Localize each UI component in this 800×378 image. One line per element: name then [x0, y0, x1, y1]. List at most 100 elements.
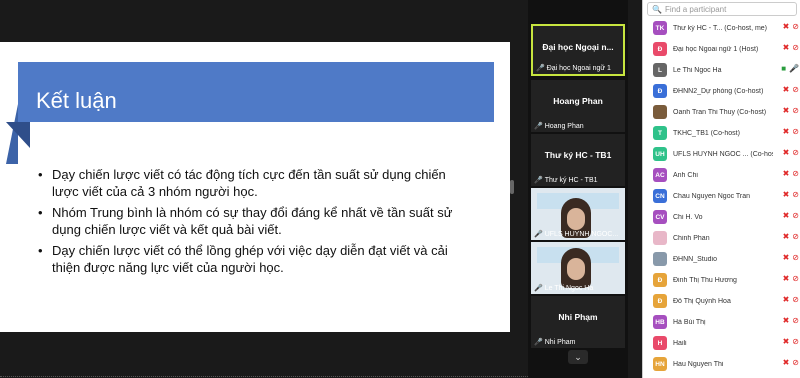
participant-name: TKHC_TB1 (Co-host)	[673, 129, 740, 137]
muted-mic-icon: ✖	[782, 337, 790, 346]
participant-status-icons: ✖ ⊘	[783, 337, 799, 346]
video-tile[interactable]: Hoang Phan 🎤 Hoang Phan	[531, 80, 625, 132]
muted-mic-icon: 🎤	[536, 65, 545, 72]
participant-status-icons: ✖ ⊘	[783, 316, 799, 325]
participant-name: Le Thi Ngoc Ha	[673, 66, 722, 74]
video-off-icon: ⊘	[792, 295, 799, 304]
participant-name: ĐHNN2_Dự phòng (Co-host)	[673, 87, 764, 95]
tile-label-text: Le Thi Ngoc Ha	[544, 284, 594, 292]
participant-name: Haili	[673, 339, 687, 347]
participant-name: Chi H. Vo	[673, 213, 703, 221]
participant-row[interactable]: ĐHNN_Studio ✖ ⊘	[643, 249, 800, 269]
video-off-icon: ⊘	[792, 169, 799, 178]
avatar: H	[653, 336, 667, 350]
muted-mic-icon: ✖	[782, 127, 790, 136]
chevron-down-icon: ⌄	[574, 352, 582, 362]
video-off-icon: ⊘	[792, 190, 799, 199]
muted-mic-icon: 🎤	[534, 177, 543, 184]
participants-panel: 🔍 Find a participant TK Thư ký HC - T... …	[642, 0, 800, 378]
participant-status-icons: ✖ ⊘	[783, 106, 799, 115]
participant-row[interactable]: AC Anh Chi ✖ ⊘	[643, 165, 800, 185]
participant-name: Chau Nguyen Ngoc Tran	[673, 192, 751, 200]
participant-row[interactable]: Đ Đại học Ngoai ngữ 1 (Host) ✖ ⊘	[643, 39, 800, 59]
participant-row[interactable]: L Le Thi Ngoc Ha ■ 🎤	[643, 60, 800, 80]
presentation-slide: Kết luận Dạy chiến lược viết có tác động…	[0, 42, 510, 332]
muted-mic-icon: ✖	[782, 211, 790, 220]
video-tile[interactable]: Thư ký HC - TB1 🎤 Thư ký HC - TB1	[531, 134, 625, 186]
participant-video	[561, 248, 591, 288]
participant-row[interactable]: HN Hau Nguyen Thi ✖ ⊘	[643, 354, 800, 374]
participant-row[interactable]: Đ Đinh Thị Thu Hương ✖ ⊘	[643, 270, 800, 290]
participant-name: Đinh Thị Thu Hương	[673, 276, 737, 284]
muted-mic-icon: ✖	[782, 148, 790, 157]
muted-mic-icon: ✖	[782, 295, 790, 304]
participant-name: ĐHNN_Studio	[673, 255, 717, 263]
participant-row[interactable]: HB Hà Bùi Thị ✖ ⊘	[643, 312, 800, 332]
participant-name: Anh Chi	[673, 171, 698, 179]
participant-status-icons: ✖ ⊘	[783, 85, 799, 94]
avatar: UH	[653, 147, 667, 161]
muted-mic-icon: ✖	[782, 232, 790, 241]
video-off-icon: ⊘	[792, 232, 799, 241]
participant-name: Chinh Phan	[673, 234, 710, 242]
video-tile[interactable]: 🎤 UFLS HUYNH NGOC...	[531, 188, 625, 240]
video-tile[interactable]: 🎤 Le Thi Ngoc Ha	[531, 242, 625, 294]
search-input[interactable]: 🔍 Find a participant	[647, 2, 797, 16]
muted-mic-icon: 🎤	[534, 231, 543, 238]
participant-row[interactable]: H Haili ✖ ⊘	[643, 333, 800, 353]
search-placeholder: Find a participant	[664, 4, 727, 14]
muted-mic-icon: ✖	[782, 85, 790, 94]
bullet-item: Dạy chiến lược viết có tác động tích cực…	[38, 166, 458, 200]
participant-row[interactable]: CN Chau Nguyen Ngoc Tran ✖ ⊘	[643, 186, 800, 206]
avatar: CV	[653, 210, 667, 224]
video-off-icon: ⊘	[792, 127, 799, 136]
video-off-icon: ⊘	[792, 148, 799, 157]
participant-status-icons: ■ 🎤	[781, 64, 799, 73]
tile-label-text: Nhi Pham	[544, 338, 576, 346]
video-off-icon: ⊘	[792, 358, 799, 367]
scroll-down-button[interactable]: ⌄	[568, 350, 588, 364]
participant-row[interactable]: Chinh Phan ✖ ⊘	[643, 228, 800, 248]
tile-label: 🎤 Thư ký HC - TB1	[534, 176, 598, 185]
video-tile[interactable]: Đại học Ngoại n... 🎤 Đại học Ngoai ngữ 1	[531, 24, 625, 76]
participant-row[interactable]: UH UFLS HUYNH NGOC ... (Co-host) ✖ ⊘	[643, 144, 800, 164]
tile-label: 🎤 UFLS HUYNH NGOC...	[534, 230, 618, 239]
muted-mic-icon: ✖	[782, 106, 790, 115]
tile-label: 🎤 Nhi Pham	[534, 338, 576, 347]
avatar: TK	[653, 21, 667, 35]
muted-mic-icon: ✖	[782, 253, 790, 262]
video-on-icon: ■	[781, 64, 787, 73]
participant-row[interactable]: Oanh Tran Thi Thuy (Co-host) ✖ ⊘	[643, 102, 800, 122]
splitter-handle[interactable]	[510, 180, 514, 194]
participant-name: Đại học Ngoai ngữ 1 (Host)	[673, 45, 759, 53]
avatar: L	[653, 63, 667, 77]
participant-status-icons: ✖ ⊘	[783, 232, 799, 241]
muted-mic-icon: ✖	[782, 274, 790, 283]
avatar: Đ	[653, 84, 667, 98]
bullet-item: Nhóm Trung bình là nhóm có sự thay đổi đ…	[38, 204, 458, 238]
tile-label-text: Hoang Phan	[544, 122, 584, 130]
video-tile[interactable]: Nhi Phạm 🎤 Nhi Pham	[531, 296, 625, 348]
participant-name: Thư ký HC - T... (Co-host, me)	[673, 24, 768, 32]
slide-title: Kết luận	[36, 88, 117, 113]
muted-mic-icon: ✖	[782, 316, 790, 325]
participant-name: Hà Bùi Thị	[673, 318, 706, 326]
participant-status-icons: ✖ ⊘	[783, 148, 799, 157]
muted-mic-icon: ✖	[782, 358, 790, 367]
participant-row[interactable]: T TKHC_TB1 (Co-host) ✖ ⊘	[643, 123, 800, 143]
muted-mic-icon: ✖	[782, 190, 790, 199]
video-off-icon: ⊘	[792, 211, 799, 220]
participant-row[interactable]: TK Thư ký HC - T... (Co-host, me) ✖ ⊘	[643, 18, 800, 38]
video-off-icon: ⊘	[792, 253, 799, 262]
video-off-icon: ⊘	[792, 316, 799, 325]
participant-face	[567, 258, 585, 280]
tile-name: Nhi Phạm	[558, 312, 598, 322]
tile-label: 🎤 Đại học Ngoai ngữ 1	[536, 64, 611, 73]
avatar: HB	[653, 315, 667, 329]
participant-status-icons: ✖ ⊘	[783, 22, 799, 31]
participant-row[interactable]: CV Chi H. Vo ✖ ⊘	[643, 207, 800, 227]
participant-status-icons: ✖ ⊘	[783, 169, 799, 178]
bullet-item: Dạy chiến lược viết có thể lồng ghép với…	[38, 242, 458, 276]
participant-row[interactable]: Đ Đỗ Thị Quỳnh Hoa ✖ ⊘	[643, 291, 800, 311]
participant-row[interactable]: Đ ĐHNN2_Dự phòng (Co-host) ✖ ⊘	[643, 81, 800, 101]
